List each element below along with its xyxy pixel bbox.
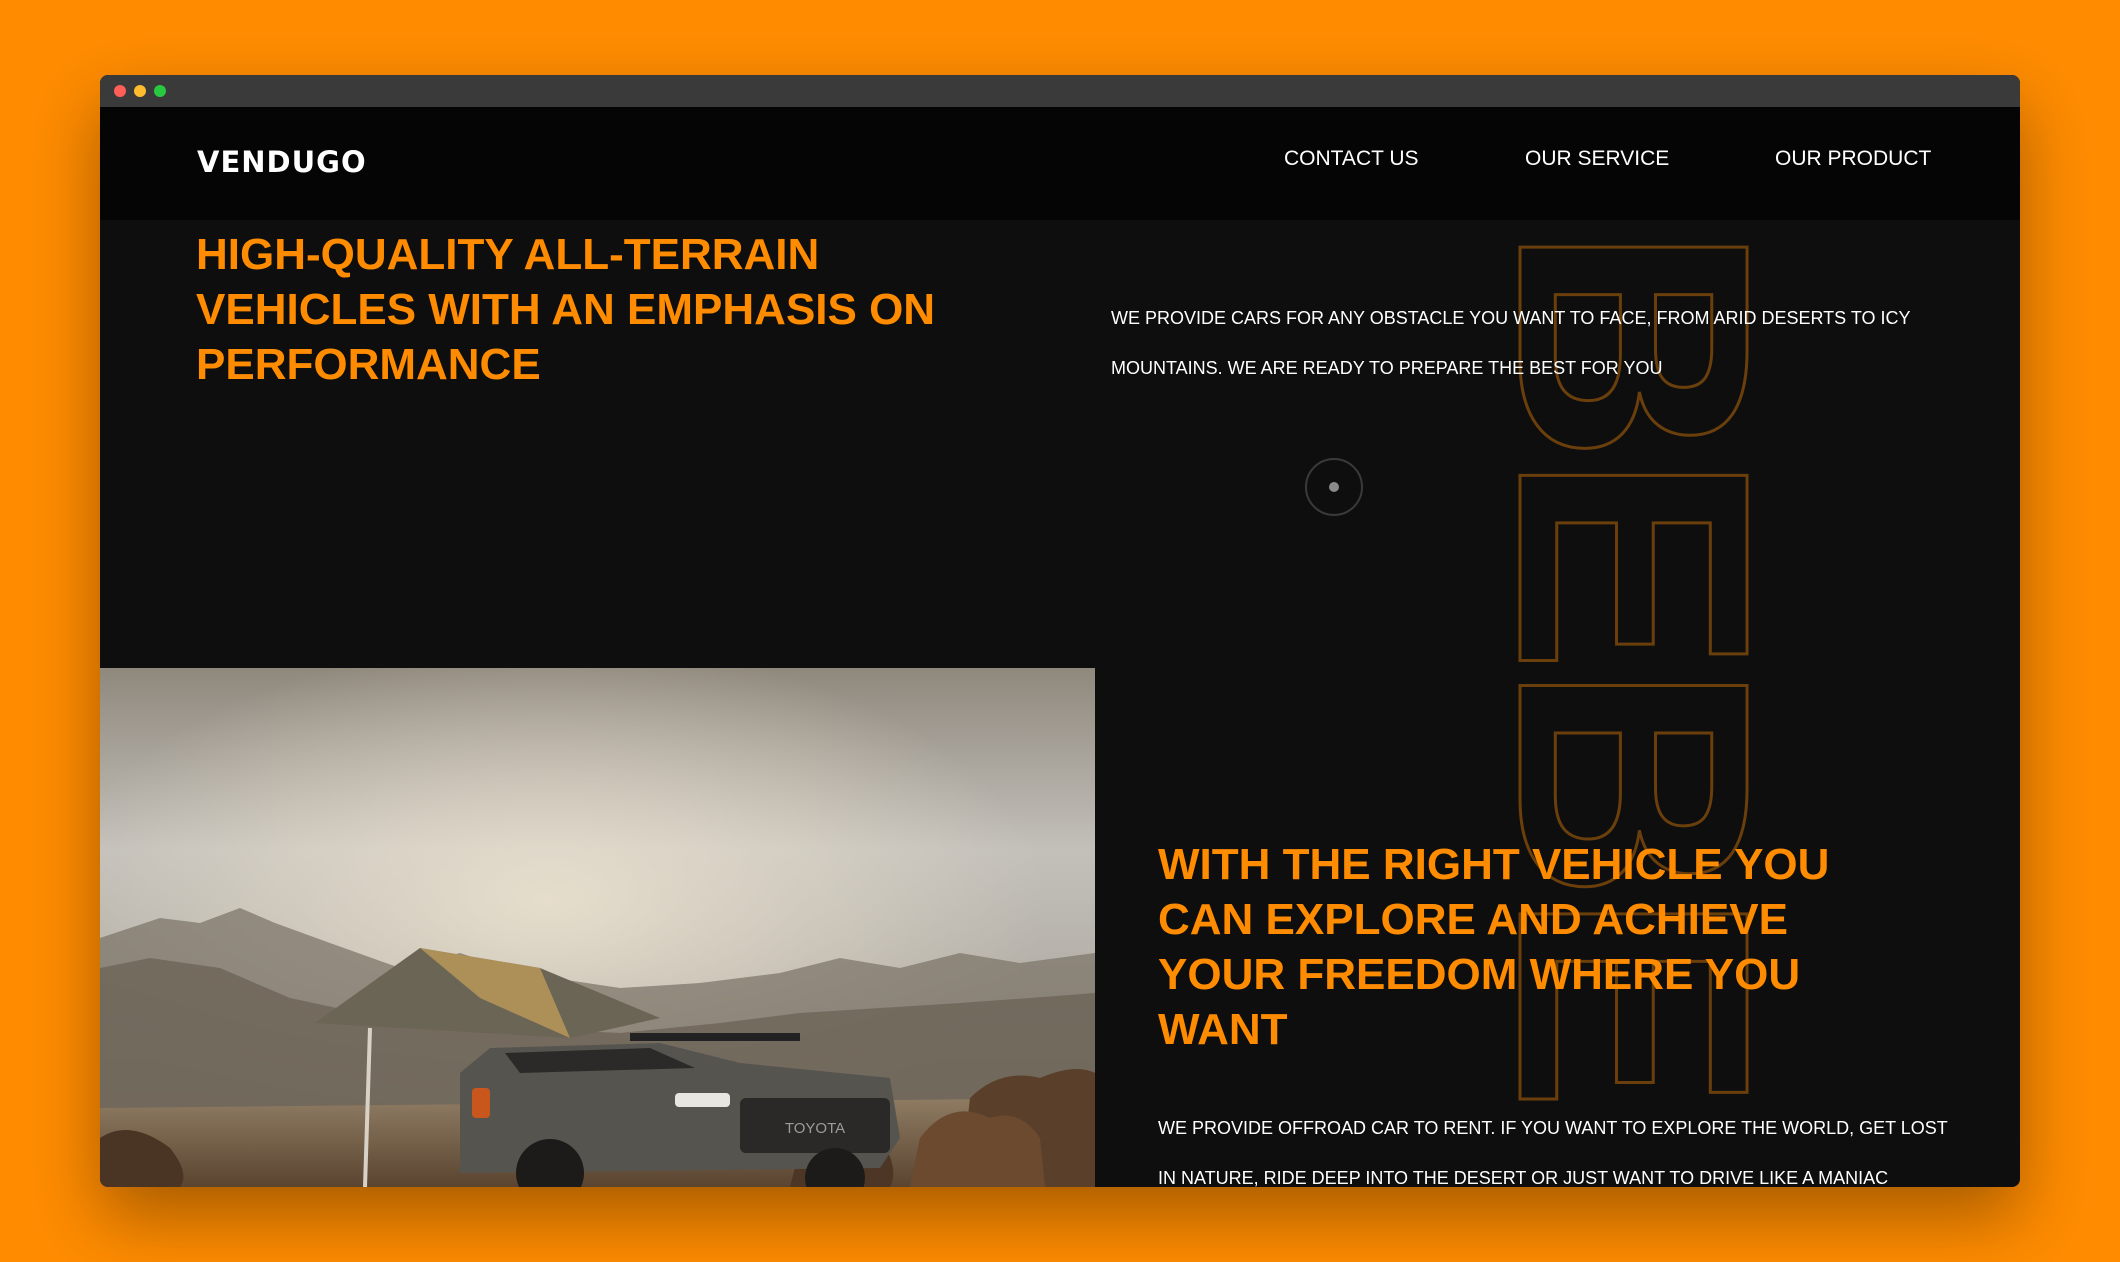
section-description: WE PROVIDE OFFROAD CAR TO RENT. IF YOU W… [1158, 1118, 1948, 1187]
browser-window: BEBE VENDUGO CONTACT US OUR SERVICE OUR … [100, 75, 2020, 1187]
window-titlebar [100, 75, 2020, 107]
nav-contact-us[interactable]: CONTACT US [1284, 147, 1419, 171]
nav-our-product[interactable]: OUR PRODUCT [1775, 147, 1931, 171]
minimize-dot-icon[interactable] [134, 85, 146, 97]
nav-our-service[interactable]: OUR SERVICE [1525, 147, 1669, 171]
maximize-dot-icon[interactable] [154, 85, 166, 97]
top-navbar: VENDUGO CONTACT US OUR SERVICE OUR PRODU… [100, 107, 2020, 220]
offroad-vehicle-photo: TOYOTA [100, 668, 1095, 1187]
section-title: WITH THE RIGHT VEHICLE YOU CAN EXPLORE A… [1158, 840, 1830, 1054]
close-dot-icon[interactable] [114, 85, 126, 97]
vehicle-badge-text: TOYOTA [785, 1120, 845, 1137]
hero-title: HIGH-QUALITY ALL-TERRAIN VEHICLES WITH A… [196, 230, 936, 389]
scroll-indicator-dot [1329, 482, 1339, 492]
scroll-indicator-icon[interactable] [1305, 458, 1363, 516]
hero-description: WE PROVIDE CARS FOR ANY OBSTACLE YOU WAN… [1111, 308, 1911, 378]
brand-logo[interactable]: VENDUGO [197, 145, 367, 179]
